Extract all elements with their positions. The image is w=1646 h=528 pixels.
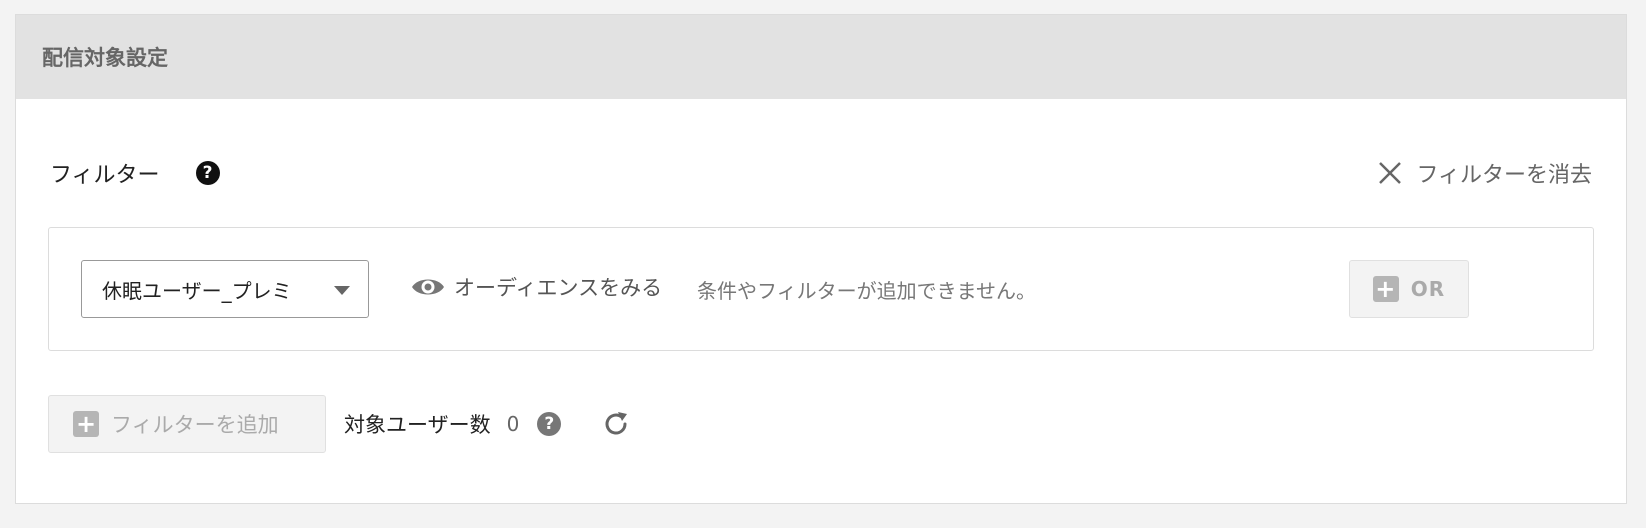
target-users-count: 0 <box>506 412 520 436</box>
eye-icon <box>412 279 444 295</box>
close-icon <box>1379 162 1402 184</box>
target-settings-panel: 配信対象設定 フィルター ? フィルターを消去 休眠ユーザー_プレミ オーディエ… <box>15 14 1627 504</box>
filter-label: フィルター <box>50 163 160 188</box>
clear-filter-label: フィルターを消去 <box>1416 163 1592 188</box>
target-users-label: 対象ユーザー数 <box>344 413 491 437</box>
add-or-button[interactable]: + OR <box>1349 260 1469 318</box>
filter-help-icon[interactable]: ? <box>195 161 220 185</box>
view-audience-link[interactable]: オーディエンスをみる <box>410 272 662 302</box>
cannot-add-notice: 条件やフィルターが追加できません。 <box>697 279 1036 303</box>
add-filter-label: フィルターを追加 <box>111 413 279 437</box>
segment-select[interactable]: 休眠ユーザー_プレミ <box>81 260 369 318</box>
target-summary-row: + フィルターを追加 対象ユーザー数 0 ? <box>48 395 631 453</box>
plus-icon: + <box>1372 276 1399 302</box>
or-label: OR <box>1410 277 1446 301</box>
refresh-icon[interactable] <box>601 409 631 439</box>
add-filter-button[interactable]: + フィルターを追加 <box>48 395 326 453</box>
filter-header-row: フィルター ? フィルターを消去 <box>50 145 1592 201</box>
panel-title: 配信対象設定 <box>16 15 1626 99</box>
view-audience-label: オーディエンスをみる <box>454 276 663 300</box>
clear-filter-button[interactable]: フィルターを消去 <box>1376 157 1592 189</box>
segment-select-value: 休眠ユーザー_プレミ <box>102 278 292 303</box>
chevron-down-icon <box>334 286 350 295</box>
filter-condition-box: 休眠ユーザー_プレミ オーディエンスをみる 条件やフィルターが追加できません。 … <box>48 227 1594 351</box>
plus-icon: + <box>73 411 99 437</box>
target-users-help-icon[interactable]: ? <box>537 412 562 436</box>
